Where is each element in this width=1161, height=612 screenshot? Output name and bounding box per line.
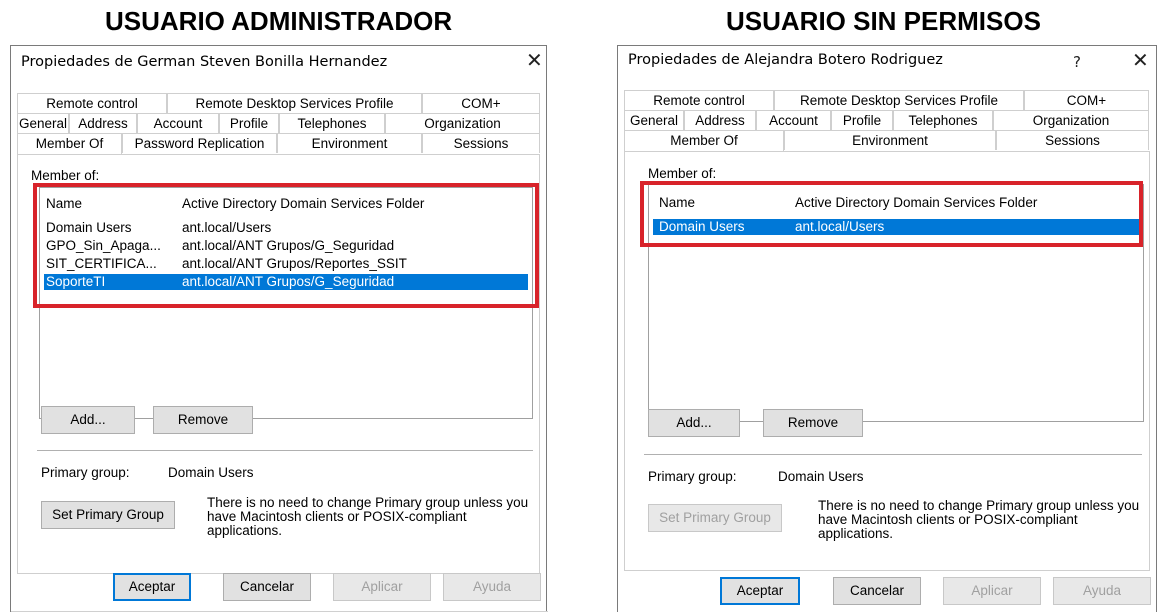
tab-row-3: Member Of Environment Sessions: [624, 130, 1149, 152]
tab-sessions[interactable]: Sessions: [422, 133, 540, 153]
tab-com-plus[interactable]: COM+: [1024, 90, 1149, 110]
separator: [644, 454, 1142, 455]
tab-remote-control[interactable]: Remote control: [624, 90, 774, 110]
heading-admin: USUARIO ADMINISTRADOR: [105, 6, 453, 36]
properties-dialog-no-permissions: Propiedades de Alejandra Botero Rodrigue…: [617, 45, 1157, 612]
tab-row-3: Member Of Password Replication Environme…: [17, 133, 540, 155]
cancel-button[interactable]: Cancelar: [223, 573, 311, 601]
tab-telephones[interactable]: Telephones: [279, 113, 385, 133]
set-primary-group-button[interactable]: Set Primary Group: [41, 501, 175, 529]
tab-profile[interactable]: Profile: [831, 110, 893, 130]
help-button[interactable]: Ayuda: [1053, 577, 1151, 605]
help-button[interactable]: Ayuda: [443, 573, 541, 601]
primary-group-value: Domain Users: [778, 469, 864, 484]
tab-row-1: Remote control Remote Desktop Services P…: [624, 90, 1149, 110]
separator: [37, 450, 533, 451]
tab-organization[interactable]: Organization: [993, 110, 1149, 130]
remove-button[interactable]: Remove: [763, 409, 863, 437]
primary-group-note: There is no need to change Primary group…: [818, 498, 1140, 541]
apply-button[interactable]: Aplicar: [333, 573, 431, 601]
primary-group-value: Domain Users: [168, 465, 254, 480]
help-question-icon[interactable]: ?: [1073, 50, 1081, 74]
member-of-label: Member of:: [648, 166, 717, 181]
tab-environment[interactable]: Environment: [277, 133, 422, 153]
remove-button[interactable]: Remove: [153, 406, 253, 434]
tab-sessions[interactable]: Sessions: [996, 130, 1149, 150]
tab-remote-control[interactable]: Remote control: [17, 93, 167, 113]
tab-telephones[interactable]: Telephones: [893, 110, 993, 130]
tab-profile[interactable]: Profile: [219, 113, 279, 133]
close-icon[interactable]: ✕: [1132, 48, 1149, 72]
tab-environment[interactable]: Environment: [784, 130, 996, 150]
tab-address[interactable]: Address: [684, 110, 756, 130]
tab-general[interactable]: General: [17, 113, 69, 133]
primary-group-label: Primary group:: [648, 469, 737, 484]
heading-no-permissions: USUARIO SIN PERMISOS: [726, 6, 1041, 36]
tab-member-of[interactable]: Member Of: [624, 130, 784, 152]
tab-row-2: General Address Account Profile Telephon…: [624, 110, 1149, 130]
tab-com-plus[interactable]: COM+: [422, 93, 540, 113]
dialog-title: Propiedades de Alejandra Botero Rodrigue…: [628, 52, 943, 68]
add-button[interactable]: Add...: [41, 406, 135, 434]
tab-row-1: Remote control Remote Desktop Services P…: [17, 93, 540, 113]
member-of-label: Member of:: [31, 168, 100, 183]
dialog-title: Propiedades de German Steven Bonilla Her…: [21, 54, 388, 70]
highlight-box: [640, 181, 1143, 247]
apply-button[interactable]: Aplicar: [943, 577, 1041, 605]
properties-dialog-admin: Propiedades de German Steven Bonilla Her…: [10, 45, 548, 612]
tab-password-replication[interactable]: Password Replication: [122, 133, 277, 153]
add-button[interactable]: Add...: [648, 409, 740, 437]
tab-address[interactable]: Address: [69, 113, 137, 133]
ok-button[interactable]: Aceptar: [720, 577, 800, 605]
close-icon[interactable]: ✕: [526, 48, 543, 72]
tab-general[interactable]: General: [624, 110, 684, 130]
primary-group-label: Primary group:: [41, 465, 130, 480]
cancel-button[interactable]: Cancelar: [833, 577, 921, 605]
highlight-box: [33, 183, 539, 308]
tab-rds-profile[interactable]: Remote Desktop Services Profile: [167, 93, 422, 113]
set-primary-group-button[interactable]: Set Primary Group: [648, 504, 782, 532]
tab-organization[interactable]: Organization: [385, 113, 540, 133]
tab-account[interactable]: Account: [756, 110, 831, 130]
primary-group-note: There is no need to change Primary group…: [207, 495, 529, 538]
tab-row-2: General Address Account Profile Telephon…: [17, 113, 540, 133]
tab-rds-profile[interactable]: Remote Desktop Services Profile: [774, 90, 1024, 110]
tab-member-of[interactable]: Member Of: [17, 133, 122, 155]
ok-button[interactable]: Aceptar: [113, 573, 191, 601]
tab-account[interactable]: Account: [137, 113, 219, 133]
